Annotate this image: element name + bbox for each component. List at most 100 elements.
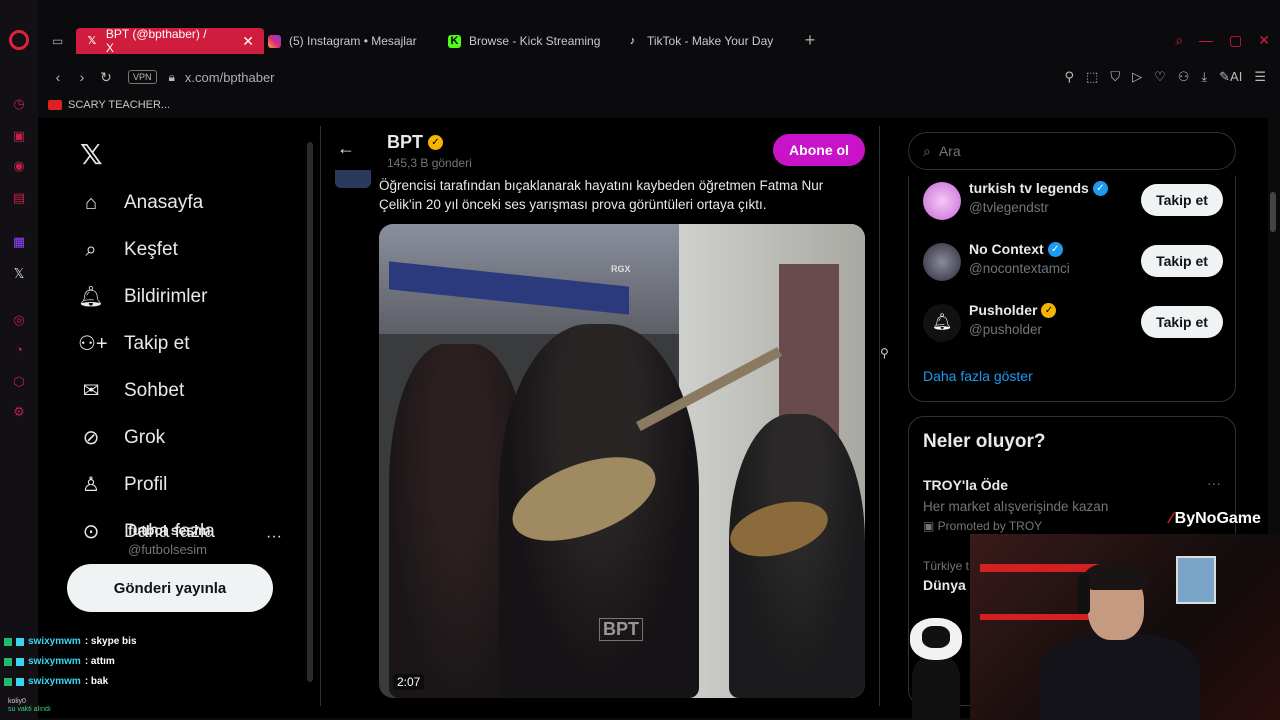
chat-badge-icon xyxy=(4,637,12,646)
search-input[interactable]: ⌕ Ara xyxy=(908,132,1236,170)
bag-icon[interactable]: ▣ xyxy=(11,128,27,144)
download-icon[interactable]: ⤓ xyxy=(1201,69,1207,85)
play-icon[interactable]: ▷ xyxy=(1132,69,1142,85)
bell-avatar-icon[interactable]: 🔔︎ xyxy=(923,304,961,342)
back-arrow-icon[interactable]: ← xyxy=(337,138,355,159)
nav-notifications[interactable]: 🔔︎ Bildirimler xyxy=(78,284,207,310)
tab-tiktok[interactable]: ♪ TikTok - Make Your Day xyxy=(616,28,783,54)
speed-dial-icon[interactable]: ◷ xyxy=(11,96,27,112)
tab-label: (5) Instagram • Mesajlar xyxy=(289,34,417,48)
nav-label: Grok xyxy=(124,427,166,448)
webcam-poster xyxy=(1176,556,1216,604)
chat-badge-icon xyxy=(16,637,24,646)
tab-kick[interactable]: K Browse - Kick Streaming xyxy=(438,28,610,54)
vpn-badge[interactable]: VPN xyxy=(128,70,157,84)
add-user-icon: ⚇+ xyxy=(78,333,108,355)
chat-icon[interactable]: ▤ xyxy=(11,190,27,206)
close-window-icon[interactable]: ✕ xyxy=(1258,32,1270,49)
opera-logo-icon[interactable] xyxy=(9,30,29,50)
trend-name[interactable]: TROY'la Öde xyxy=(923,477,1008,493)
minimize-icon[interactable]: — xyxy=(1199,32,1213,49)
chat-footer-user: koliy0 xyxy=(8,698,26,705)
chat-badge-icon xyxy=(4,657,12,666)
scrollbar-thumb[interactable] xyxy=(307,142,313,682)
bookmark-item[interactable]: SCARY TEACHER... xyxy=(48,99,170,111)
follow-button[interactable]: Takip et xyxy=(1141,184,1223,216)
streamer-hair xyxy=(1084,562,1148,590)
show-more-link[interactable]: Daha fazla göster xyxy=(923,368,1033,384)
search-icon: ⌕ xyxy=(923,142,931,159)
avatar[interactable] xyxy=(335,170,371,188)
x-logo-icon[interactable]: 𝕏 xyxy=(80,138,103,171)
history-icon[interactable]: ◔ xyxy=(11,342,27,358)
nav-label: Anasayfa xyxy=(124,192,204,213)
suggestion-handle: @nocontextamci xyxy=(969,261,1070,276)
forward-icon[interactable]: › xyxy=(70,69,94,85)
avatar[interactable] xyxy=(923,243,961,281)
nav-home[interactable]: ⌂ Anasayfa xyxy=(78,190,203,216)
x-sidebar-icon[interactable]: 𝕏 xyxy=(11,266,27,282)
nav-chat[interactable]: ✉ Sohbet xyxy=(78,378,185,404)
address-bar: ‹ › ↻ VPN 🔒︎ x.com/bpthaber ⚲ ⬚ ⛉ ▷ ♡ ⚇ … xyxy=(38,62,1280,92)
chat-badge-icon xyxy=(4,677,12,686)
tab-instagram[interactable]: (5) Instagram • Mesajlar xyxy=(258,28,427,54)
url-field[interactable]: x.com/bpthaber xyxy=(185,70,275,85)
shield-icon[interactable]: ⛉ xyxy=(1110,69,1120,85)
suggestion-handle: @tvlegendstr xyxy=(969,200,1049,215)
cat-face xyxy=(922,626,950,648)
nav-scrollbar[interactable] xyxy=(305,128,315,696)
post-button[interactable]: Gönderi yayınla xyxy=(67,564,273,612)
more-dots-icon[interactable]: ··· xyxy=(266,528,282,546)
account-switcher[interactable]: futbol sesim @futbolsesim ··· xyxy=(78,520,288,560)
chat-footer-sub: su vakti alındı xyxy=(8,706,51,713)
tweet-video[interactable]: RGX BPT 2:07 xyxy=(379,224,865,698)
ai-button[interactable]: ✎AI xyxy=(1219,69,1242,85)
player-icon[interactable]: ◎ xyxy=(11,312,27,328)
tab-x[interactable]: 𝕏 BPT (@bpthaber) / X ✕ xyxy=(76,27,264,55)
scrollbar-thumb[interactable] xyxy=(1270,192,1276,232)
bell-icon: 🔔︎ xyxy=(78,286,104,308)
nav-profile[interactable]: ♙ Profil xyxy=(78,472,167,498)
close-tab-icon[interactable]: ✕ xyxy=(242,33,254,50)
tab-bar: ▭ 𝕏 BPT (@bpthaber) / X ✕ (5) Instagram … xyxy=(38,26,1280,56)
chat-badge-icon xyxy=(16,657,24,666)
subscribe-button[interactable]: Abone ol xyxy=(773,134,865,166)
promoted-text: Promoted by TROY xyxy=(937,519,1043,533)
messenger-icon[interactable]: ◉ xyxy=(11,158,27,174)
twitch-icon[interactable]: ▦ xyxy=(11,234,27,250)
search-icon: ⌕ xyxy=(85,239,97,261)
profile-icon[interactable]: ⚇ xyxy=(1178,69,1190,85)
maximize-icon[interactable]: ▢ xyxy=(1229,32,1242,49)
search-tabs-icon[interactable]: ⌕ xyxy=(1175,32,1183,49)
back-icon[interactable]: ‹ xyxy=(46,69,70,85)
follow-button[interactable]: Takip et xyxy=(1141,245,1223,277)
profile-name: BPT ✓ xyxy=(387,132,443,153)
video-duration: 2:07 xyxy=(393,674,425,690)
chat-user: swixymwm xyxy=(28,636,81,647)
pin-icon[interactable]: ⚲ xyxy=(1064,69,1074,85)
trend-name[interactable]: Dünya xyxy=(923,577,966,593)
follow-suggestion[interactable]: No Context ✓ @nocontextamci Takip et xyxy=(923,239,1223,283)
nav-follow[interactable]: ⚇+ Takip et xyxy=(78,331,189,357)
menu-icon[interactable]: ☰ xyxy=(1254,69,1266,85)
follow-suggestion[interactable]: turkish tv legends ✓ @tvlegendstr Takip e… xyxy=(923,178,1223,222)
video-watermark-logo: BPT xyxy=(599,618,643,641)
avatar[interactable] xyxy=(923,182,961,220)
more-dots-icon[interactable]: ··· xyxy=(1207,475,1221,491)
heart-icon[interactable]: ♡ xyxy=(1154,69,1166,85)
tab-label: Browse - Kick Streaming xyxy=(469,34,601,48)
new-tab-button[interactable]: + xyxy=(800,30,820,50)
verified-icon: ✓ xyxy=(1047,241,1063,257)
extensions-icon[interactable]: ⬡ xyxy=(11,374,27,390)
reload-icon[interactable]: ↻ xyxy=(94,69,118,86)
youtube-icon xyxy=(48,100,62,110)
nav-explore[interactable]: ⌕ Keşfet xyxy=(78,237,177,263)
tab-workspaces-icon[interactable]: ▭ xyxy=(42,28,73,54)
follow-suggestion[interactable]: 🔔︎ Pusholder ✓ @pusholder Takip et xyxy=(923,300,1223,344)
settings-icon[interactable]: ⚙ xyxy=(11,404,27,420)
trends-title: Neler oluyor? xyxy=(923,431,1046,452)
lock-icon[interactable]: 🔒︎ xyxy=(169,70,175,85)
snapshot-icon[interactable]: ⬚ xyxy=(1086,69,1098,85)
nav-grok[interactable]: ⊘ Grok xyxy=(78,425,166,451)
follow-button[interactable]: Takip et xyxy=(1141,306,1223,338)
